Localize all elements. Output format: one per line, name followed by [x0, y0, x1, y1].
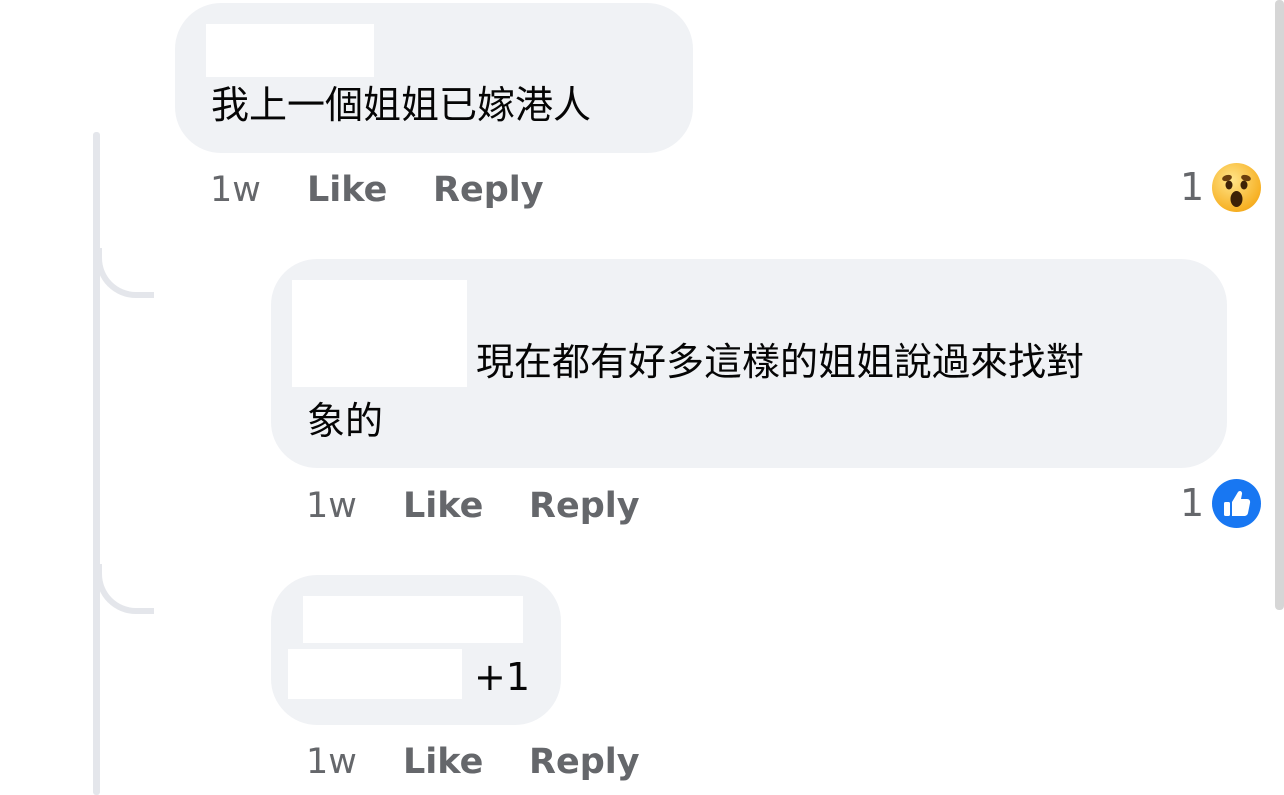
comment-bubble: +1 — [271, 575, 561, 725]
redacted-author-name — [303, 596, 523, 643]
redacted-mention — [288, 649, 462, 699]
like-button[interactable]: Like — [403, 486, 483, 526]
reply-thread-line — [93, 132, 100, 795]
comment-text: +1 — [474, 655, 531, 699]
scrollbar[interactable] — [1275, 0, 1284, 610]
redacted-author-name — [206, 24, 374, 77]
like-button[interactable]: Like — [403, 742, 483, 782]
reply-branch-connector — [96, 564, 154, 614]
comment-timestamp[interactable]: 1w — [210, 170, 261, 210]
comment-bubble: 我上一個姐姐已嫁港人 — [175, 3, 693, 153]
reply-button[interactable]: Reply — [433, 170, 544, 210]
reply-button[interactable]: Reply — [529, 742, 640, 782]
reaction-count[interactable]: 1 — [1180, 481, 1204, 525]
comment-text: 我上一個姐姐已嫁港人 — [211, 83, 592, 127]
comment-timestamp[interactable]: 1w — [306, 486, 357, 526]
redacted-author-name — [292, 280, 467, 387]
reply-button[interactable]: Reply — [529, 486, 640, 526]
comment-text: 象的 — [307, 399, 384, 443]
reply-branch-connector — [96, 248, 154, 298]
comment-bubble: 現在都有好多這樣的姐姐說過來找對 象的 — [271, 259, 1227, 468]
reaction-count[interactable]: 1 — [1180, 165, 1204, 209]
wow-reaction-icon[interactable] — [1212, 163, 1261, 212]
comment-timestamp[interactable]: 1w — [306, 742, 357, 782]
comment-text: 現在都有好多這樣的姐姐說過來找對 — [476, 340, 1085, 384]
thumbs-up-reaction-icon[interactable] — [1212, 479, 1261, 528]
like-button[interactable]: Like — [307, 170, 387, 210]
